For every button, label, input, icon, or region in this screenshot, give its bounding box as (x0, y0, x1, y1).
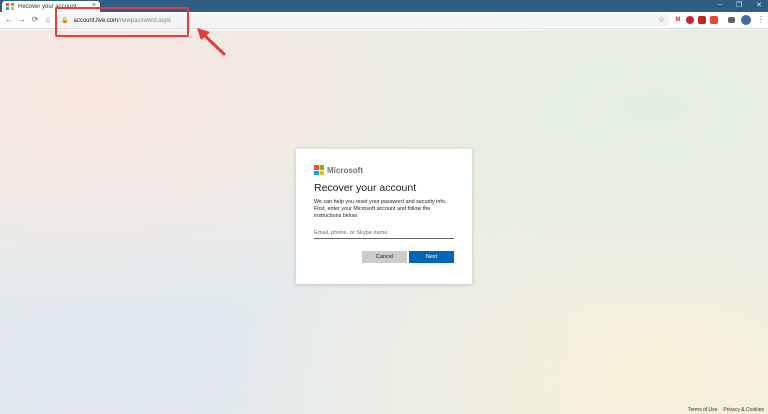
cancel-button[interactable]: Cancel (362, 251, 407, 263)
page-footer: Terms of Use Privacy & Cookies (688, 407, 764, 413)
window-controls: – ❐ ✕ (718, 1, 762, 9)
home-icon[interactable]: ⌂ (43, 15, 53, 25)
microsoft-brand: Microsoft (314, 165, 454, 175)
microsoft-logo-icon (314, 165, 324, 175)
card-description: We can help you reset your password and … (314, 199, 447, 219)
bookmark-star-icon[interactable]: ☆ (658, 15, 665, 24)
terms-link[interactable]: Terms of Use (688, 407, 717, 413)
profile-avatar[interactable] (741, 15, 751, 25)
recover-account-card: Microsoft Recover your account We can he… (296, 149, 472, 284)
annotation-highlight-box (55, 7, 189, 37)
browser-menu-icon[interactable]: ⋮ (757, 15, 765, 24)
extension-dark-icon[interactable] (728, 17, 735, 23)
account-input[interactable] (314, 228, 454, 239)
minimize-icon[interactable]: – (718, 1, 722, 9)
page-title: Recover your account (314, 182, 417, 194)
back-icon[interactable]: ← (4, 15, 14, 25)
restore-icon[interactable]: ❐ (736, 1, 742, 9)
opera-icon[interactable] (686, 16, 694, 24)
microsoft-favicon-icon (6, 2, 14, 11)
annotation-arrow-icon (197, 28, 226, 56)
extension-red-icon[interactable] (698, 16, 706, 24)
extension-red2-icon[interactable] (710, 16, 718, 24)
reload-icon[interactable]: ⟳ (30, 15, 40, 25)
next-button[interactable]: Next (409, 251, 454, 263)
brand-name: Microsoft (327, 165, 363, 175)
forward-icon[interactable]: → (17, 15, 27, 25)
gmail-icon[interactable]: M (674, 16, 682, 24)
privacy-link[interactable]: Privacy & Cookies (723, 407, 764, 413)
close-window-icon[interactable]: ✕ (756, 1, 762, 9)
button-row: Cancel Next (362, 251, 454, 263)
